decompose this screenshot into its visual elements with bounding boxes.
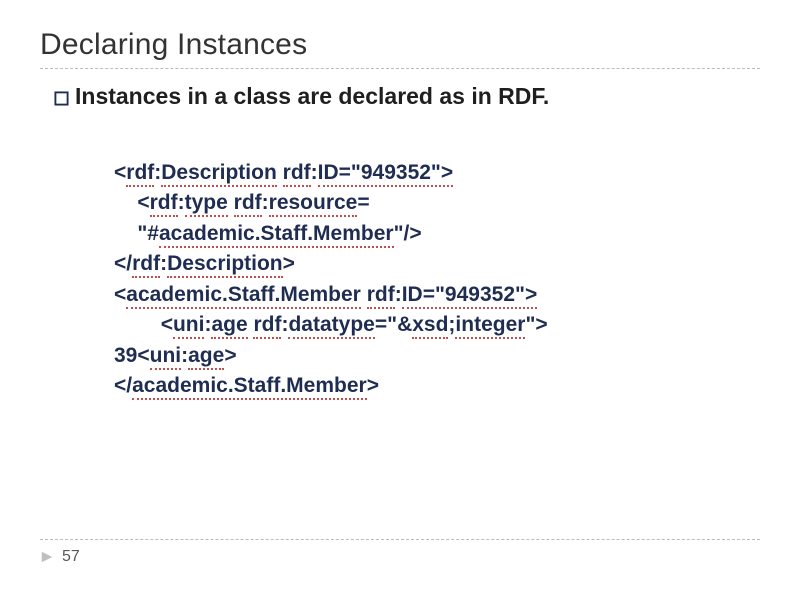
bullet-text: Instances in a class are declared as in … [75,83,549,110]
code-line: <rdf:Description rdf:ID="949352"> [114,158,760,188]
play-arrow-icon [40,550,54,564]
bullet-item: Instances in a class are declared as in … [54,83,760,110]
code-line: "#academic.Staff.Member"/> [114,219,760,249]
footer-divider [40,539,760,540]
code-line: <uni:age rdf:datatype="&xsd;integer"> [114,310,760,340]
title-divider [40,68,760,69]
page-indicator: 57 [40,548,760,566]
code-line: <academic.Staff.Member rdf:ID="949352"> [114,280,760,310]
code-line: </rdf:Description> [114,249,760,279]
code-line: <rdf:type rdf:resource= [114,188,760,218]
square-bullet-icon [54,91,69,106]
code-line: </academic.Staff.Member> [114,371,760,401]
slide-title: Declaring Instances [40,28,760,62]
page-number: 57 [62,548,80,566]
code-line: 39<uni:age> [114,341,760,371]
code-block: <rdf:Description rdf:ID="949352"> <rdf:t… [114,158,760,402]
